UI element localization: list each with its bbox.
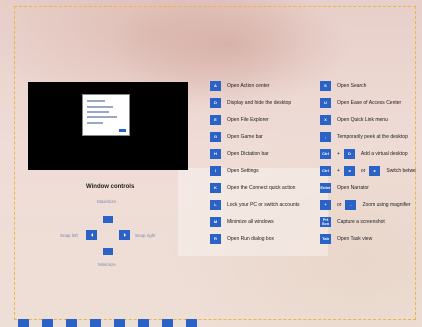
- key-enter: Enter: [320, 183, 331, 193]
- key-left-arrow: ◂: [343, 166, 355, 176]
- shortcut-search: S Open Search: [320, 80, 366, 92]
- taskbar-tile[interactable]: [138, 319, 149, 327]
- mini-dialog-window: [82, 94, 130, 136]
- key-d: D: [210, 98, 221, 108]
- shortcut-connect: K Open the Connect quick action: [210, 182, 295, 194]
- key-minus: -: [345, 200, 357, 210]
- plus-sign: +: [337, 168, 340, 174]
- key-g: G: [210, 132, 221, 142]
- key-ctrl: Ctrl: [320, 166, 331, 176]
- shortcut-desc: Open Quick Link menu: [337, 117, 388, 123]
- minimize-label: Minimize: [98, 262, 116, 267]
- shortcut-desc: Open Action center: [227, 83, 270, 89]
- shortcut-magnifier: + or - Zoom using magnifier: [320, 199, 411, 211]
- shortcut-desc: Open Run dialog box: [227, 236, 274, 242]
- window-preview-thumbnail: [28, 82, 188, 170]
- mini-ok-button: [119, 129, 126, 132]
- key-k: K: [210, 183, 221, 193]
- shortcut-desc: Switch betwe: [386, 168, 416, 174]
- key-right-arrow: ▸: [369, 166, 381, 176]
- shortcut-desc: Temporarily peek at the desktop: [337, 134, 408, 140]
- shortcut-file-explorer: E Open File Explorer: [210, 114, 269, 126]
- key-d: D: [343, 149, 355, 159]
- shortcut-desc: Open Ease of Access Center: [337, 100, 402, 106]
- mini-line: [87, 100, 105, 102]
- shortcut-desc: Open Task view: [337, 236, 373, 242]
- shortcut-desc: Capture a screenshot: [337, 219, 385, 225]
- shortcut-desc: Open Game bar: [227, 134, 263, 140]
- shortcut-desktop: D Display and hide the desktop: [210, 97, 291, 109]
- or-text: or: [360, 168, 366, 174]
- shortcut-desc: Open Narrator: [337, 185, 369, 191]
- shortcut-minimize-all: M Minimize all windows: [210, 216, 274, 228]
- shortcut-desc: Add a virtual desktop: [360, 151, 408, 157]
- key-s: S: [320, 81, 331, 91]
- shortcut-desc: Open File Explorer: [227, 117, 269, 123]
- key-x: X: [320, 115, 331, 125]
- shortcut-desc: Lock your PC or switch accounts: [227, 202, 300, 208]
- shortcut-game-bar: G Open Game bar: [210, 131, 263, 143]
- shortcut-desc: Minimize all windows: [227, 219, 274, 225]
- taskbar-tile[interactable]: [42, 319, 53, 327]
- key-a: A: [210, 81, 221, 91]
- left-arrow-key: [86, 230, 97, 240]
- shortcut-virtual-desktop: Ctrl + D Add a virtual desktop: [320, 148, 408, 160]
- key-l: L: [210, 200, 221, 210]
- key-ctrl: Ctrl: [320, 149, 331, 159]
- shortcut-switch-desktop: Ctrl + ◂ or ▸ Switch betwe: [320, 165, 416, 177]
- shortcut-run: R Open Run dialog box: [210, 233, 274, 245]
- taskbar-tile[interactable]: [114, 319, 125, 327]
- shortcut-desc: Open Settings: [227, 168, 259, 174]
- key-e: E: [210, 115, 221, 125]
- shortcut-quick-link: X Open Quick Link menu: [320, 114, 388, 126]
- key-h: H: [210, 149, 221, 159]
- shortcut-lock: L Lock your PC or switch accounts: [210, 199, 300, 211]
- down-arrow-key: [103, 248, 113, 255]
- snap-right-label: Snap right: [135, 233, 156, 238]
- taskbar-tile[interactable]: [18, 319, 29, 327]
- or-text: or: [337, 202, 342, 208]
- maximize-label: Maximize: [97, 199, 117, 204]
- taskbar-tile[interactable]: [186, 319, 197, 327]
- key-i: I: [210, 166, 221, 176]
- shortcut-task-view: Tab Open Task view: [320, 233, 372, 245]
- key-comma: ,: [320, 132, 331, 142]
- shortcut-ease-of-access: U Open Ease of Access Center: [320, 97, 401, 109]
- mini-line: [87, 106, 113, 108]
- taskbar-tile[interactable]: [162, 319, 173, 327]
- shortcut-desc: Display and hide the desktop: [227, 100, 292, 106]
- shortcut-desc: Open Dictation bar: [227, 151, 269, 157]
- shortcut-desc: Open Search: [337, 83, 367, 89]
- mini-line: [87, 122, 103, 124]
- shortcut-peek-desktop: , Temporarily peek at the desktop: [320, 131, 408, 143]
- shortcut-action-center: A Open Action center: [210, 80, 270, 92]
- key-r: R: [210, 234, 221, 244]
- mini-line: [87, 116, 117, 118]
- snap-left-label: Snap left: [60, 233, 78, 238]
- shortcut-settings: I Open Settings: [210, 165, 259, 177]
- key-plus: +: [320, 200, 331, 210]
- plus-sign: +: [337, 151, 340, 157]
- window-controls-title: Window controls: [86, 184, 135, 190]
- shortcut-narrator: Enter Open Narrator: [320, 182, 369, 194]
- mini-line: [87, 111, 109, 113]
- shortcut-desc: Open the Connect quick action: [227, 185, 296, 191]
- taskbar-tile[interactable]: [90, 319, 101, 327]
- key-prtscn: Prt Scn: [320, 217, 331, 227]
- key-tab: Tab: [320, 234, 331, 244]
- right-arrow-key: [119, 230, 130, 240]
- shortcut-desc: Zoom using magnifier: [362, 202, 411, 208]
- key-u: U: [320, 98, 331, 108]
- shortcut-dictation: H Open Dictation bar: [210, 148, 269, 160]
- taskbar-tile[interactable]: [66, 319, 77, 327]
- key-m: M: [210, 217, 221, 227]
- up-arrow-key: [103, 216, 113, 223]
- shortcut-screenshot: Prt Scn Capture a screenshot: [320, 216, 385, 228]
